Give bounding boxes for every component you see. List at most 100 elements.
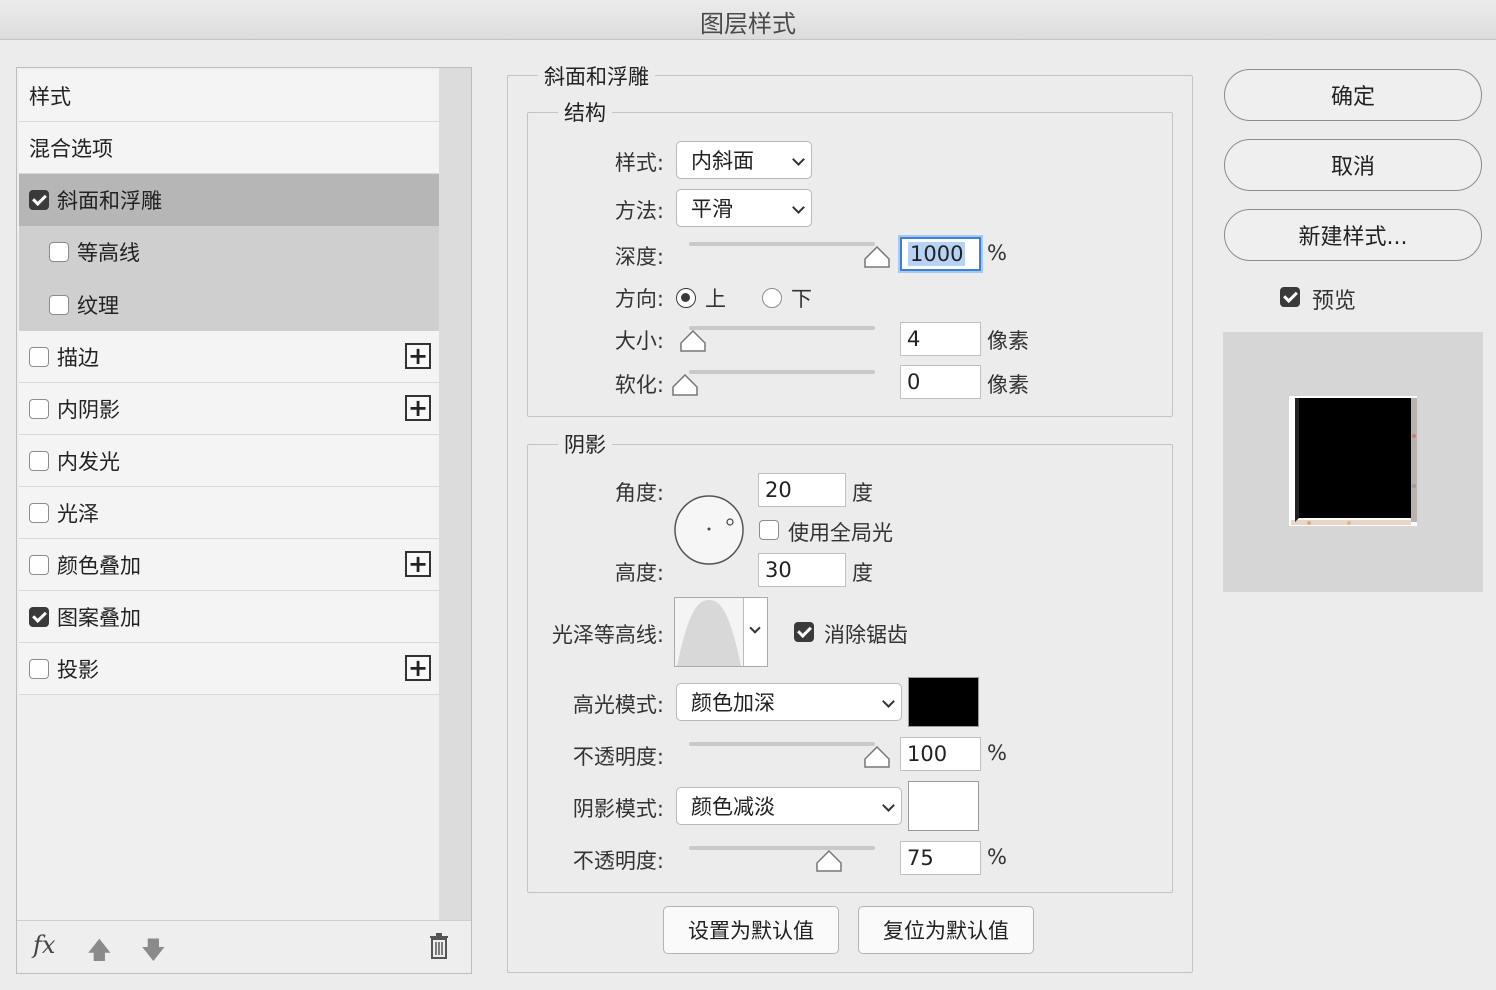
altitude-input[interactable]: 30 bbox=[758, 553, 846, 587]
depth-input[interactable]: 1000 bbox=[900, 237, 981, 271]
style-item-drop-shadow[interactable]: 投影 + bbox=[19, 643, 439, 695]
trash-icon[interactable] bbox=[429, 933, 449, 959]
soften-input-value: 0 bbox=[907, 370, 921, 394]
shadow-mode-label: 阴影模式: bbox=[572, 797, 664, 821]
preview-thumbnail-image bbox=[1289, 396, 1417, 526]
contour-preview-icon bbox=[675, 598, 743, 666]
style-label: 样式: bbox=[614, 151, 664, 175]
move-up-icon[interactable]: 🡅 bbox=[87, 933, 112, 974]
size-label: 大小: bbox=[614, 329, 664, 353]
drop-shadow-checkbox[interactable] bbox=[29, 658, 49, 679]
soften-input[interactable]: 0 bbox=[900, 365, 981, 399]
add-color-overlay-plus-icon[interactable]: + bbox=[405, 551, 431, 577]
highlight-opacity-value: 100 bbox=[907, 742, 948, 766]
style-select[interactable]: 内斜面 bbox=[676, 141, 812, 179]
color-overlay-checkbox[interactable] bbox=[29, 554, 49, 575]
new-style-button[interactable]: 新建样式... bbox=[1224, 209, 1482, 261]
highlight-opacity-slider-thumb[interactable] bbox=[864, 746, 890, 768]
style-item-label: 图案叠加 bbox=[57, 605, 141, 630]
highlight-opacity-input[interactable]: 100 bbox=[900, 737, 981, 771]
preview-area bbox=[1223, 332, 1483, 592]
global-light-checkbox[interactable] bbox=[759, 520, 779, 540]
style-item-color-overlay[interactable]: 颜色叠加 + bbox=[19, 539, 439, 591]
move-down-icon[interactable]: 🡇 bbox=[141, 933, 166, 974]
highlight-opacity-unit: % bbox=[987, 741, 1007, 765]
angle-unit: 度 bbox=[852, 481, 873, 505]
title-bar: 图层样式 bbox=[0, 0, 1496, 40]
angle-input-value: 20 bbox=[765, 478, 792, 502]
bevel-checkbox[interactable] bbox=[29, 190, 49, 210]
style-item-inner-shadow[interactable]: 内阴影 + bbox=[19, 383, 439, 435]
altitude-unit: 度 bbox=[852, 561, 873, 585]
shadow-opacity-input[interactable]: 75 bbox=[900, 841, 981, 875]
fx-icon[interactable]: fx bbox=[33, 931, 55, 959]
highlight-opacity-label: 不透明度: bbox=[572, 745, 664, 769]
highlight-opacity-slider-track[interactable] bbox=[689, 742, 875, 746]
shadow-opacity-slider-thumb[interactable] bbox=[816, 850, 842, 872]
gloss-contour-label: 光泽等高线: bbox=[551, 623, 664, 647]
direction-down-radio[interactable] bbox=[762, 288, 782, 308]
shadow-opacity-unit: % bbox=[987, 845, 1007, 869]
texture-checkbox[interactable] bbox=[49, 294, 69, 315]
size-input[interactable]: 4 bbox=[900, 322, 981, 356]
styles-header-label: 样式 bbox=[29, 84, 71, 109]
direction-up-radio[interactable] bbox=[676, 288, 696, 308]
style-item-bevel[interactable]: 斜面和浮雕 bbox=[19, 174, 439, 226]
style-item-pattern-overlay[interactable]: 图案叠加 bbox=[19, 591, 439, 643]
inner-shadow-checkbox[interactable] bbox=[29, 398, 49, 419]
technique-select-value: 平滑 bbox=[691, 197, 733, 221]
angle-input[interactable]: 20 bbox=[758, 473, 846, 507]
depth-slider-thumb[interactable] bbox=[864, 246, 890, 268]
shadow-opacity-value: 75 bbox=[907, 846, 934, 870]
styles-scrollbar[interactable] bbox=[439, 68, 471, 920]
soften-slider-thumb[interactable] bbox=[672, 374, 698, 396]
size-input-value: 4 bbox=[907, 327, 921, 351]
style-item-label: 光泽 bbox=[57, 501, 99, 526]
preview-label: 预览 bbox=[1312, 289, 1357, 314]
angle-dial-icon[interactable] bbox=[673, 494, 745, 566]
depth-unit: % bbox=[987, 241, 1007, 265]
shadow-color-swatch[interactable] bbox=[908, 781, 979, 831]
add-stroke-plus-icon[interactable]: + bbox=[405, 343, 431, 369]
chevron-down-icon bbox=[792, 153, 805, 166]
ok-button[interactable]: 确定 bbox=[1224, 69, 1482, 121]
direction-label: 方向: bbox=[614, 287, 664, 311]
style-item-texture[interactable]: 纹理 bbox=[19, 278, 439, 331]
inner-glow-checkbox[interactable] bbox=[29, 450, 49, 471]
preview-checkbox[interactable] bbox=[1280, 287, 1300, 307]
cancel-button[interactable]: 取消 bbox=[1224, 139, 1482, 191]
size-slider-track[interactable] bbox=[689, 326, 875, 330]
anti-alias-label: 消除锯齿 bbox=[824, 623, 908, 647]
highlight-color-swatch[interactable] bbox=[908, 677, 979, 727]
altitude-input-value: 30 bbox=[765, 558, 792, 582]
soften-label: 软化: bbox=[614, 373, 664, 397]
technique-select[interactable]: 平滑 bbox=[676, 189, 812, 227]
styles-header[interactable]: 样式 bbox=[19, 70, 439, 122]
chevron-down-icon bbox=[882, 695, 895, 708]
contour-checkbox[interactable] bbox=[49, 242, 69, 262]
style-item-inner-glow[interactable]: 内发光 bbox=[19, 435, 439, 487]
make-default-button[interactable]: 设置为默认值 bbox=[663, 906, 839, 954]
add-drop-shadow-plus-icon[interactable]: + bbox=[405, 655, 431, 681]
depth-slider-track[interactable] bbox=[689, 242, 875, 246]
direction-down-label: 下 bbox=[791, 287, 812, 311]
chevron-down-icon bbox=[749, 622, 761, 634]
gloss-contour-picker[interactable] bbox=[674, 597, 768, 667]
pattern-overlay-checkbox[interactable] bbox=[29, 606, 49, 627]
stroke-checkbox[interactable] bbox=[29, 346, 49, 367]
anti-alias-checkbox[interactable] bbox=[794, 622, 814, 642]
satin-checkbox[interactable] bbox=[29, 502, 49, 523]
shadow-opacity-slider-track[interactable] bbox=[689, 846, 875, 850]
reset-default-button[interactable]: 复位为默认值 bbox=[858, 906, 1034, 954]
add-inner-shadow-plus-icon[interactable]: + bbox=[405, 395, 431, 421]
style-item-satin[interactable]: 光泽 bbox=[19, 487, 439, 539]
style-item-stroke[interactable]: 描边 + bbox=[19, 331, 439, 383]
technique-label: 方法: bbox=[614, 199, 664, 223]
style-select-value: 内斜面 bbox=[691, 149, 754, 173]
shadow-mode-select[interactable]: 颜色减淡 bbox=[676, 787, 902, 825]
size-slider-thumb[interactable] bbox=[680, 330, 706, 352]
style-item-contour[interactable]: 等高线 bbox=[19, 226, 439, 278]
highlight-mode-select[interactable]: 颜色加深 bbox=[676, 683, 902, 721]
soften-slider-track[interactable] bbox=[689, 370, 875, 374]
blend-options-item[interactable]: 混合选项 bbox=[19, 122, 439, 174]
